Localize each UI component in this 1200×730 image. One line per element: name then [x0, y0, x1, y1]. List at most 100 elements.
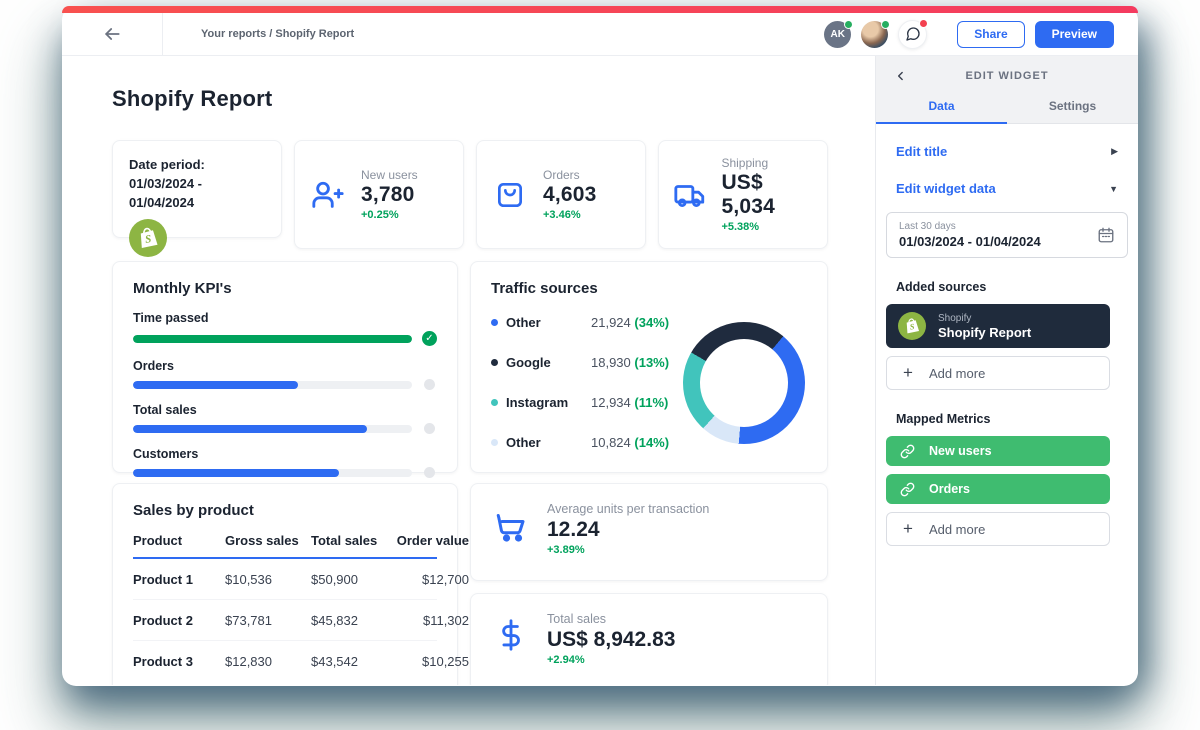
back-button[interactable]	[62, 13, 163, 55]
avatar-initials-label: AK	[831, 29, 845, 40]
traffic-legend: Other 21,924 (34%) Google 18,930 (13%) I…	[491, 315, 677, 450]
legend-item: Other 21,924 (34%)	[491, 315, 677, 330]
date-period-card[interactable]: Date period: 01/03/2024 - 01/04/2024 S	[112, 140, 282, 238]
chevron-right-icon: ▶	[1111, 146, 1118, 157]
shopify-logo-icon: S	[129, 219, 265, 257]
table-cell: $12,700	[387, 572, 469, 587]
shopping-cart-icon	[491, 502, 531, 544]
legend-item: Google 18,930 (13%)	[491, 355, 677, 370]
preview-button[interactable]: Preview	[1035, 21, 1114, 48]
stat-value: 4,603	[543, 183, 597, 207]
source-item-shopify[interactable]: S Shopify Shopify Report	[886, 304, 1110, 348]
add-metric-button[interactable]: + Add more	[886, 512, 1110, 546]
table-cell: $50,900	[311, 572, 387, 587]
legend-dot	[491, 439, 498, 446]
table-cell: Product 2	[133, 613, 225, 628]
total-sales-card[interactable]: Total sales US$ 8,942.83 +2.94%	[470, 593, 828, 685]
legend-item: Other 10,824 (14%)	[491, 435, 677, 450]
panel-title: EDIT WIDGET	[908, 70, 1106, 82]
kpi-progress-fill	[133, 381, 298, 389]
shopify-logo-icon: S	[898, 312, 926, 340]
stat-delta: +5.38%	[721, 221, 813, 233]
legend-percent: (14%)	[634, 435, 669, 450]
table-cell: $12,830	[225, 654, 311, 669]
traffic-sources-card[interactable]: Traffic sources Other 21,924 (34%) Googl…	[470, 261, 828, 473]
avg-units-card[interactable]: Average units per transaction 12.24 +3.8…	[470, 483, 828, 581]
traffic-sources-title: Traffic sources	[491, 280, 807, 297]
legend-percent: (13%)	[634, 355, 669, 370]
avatar-photo[interactable]	[861, 21, 888, 48]
table-row: Product 3 $12,830 $43,542 $10,255	[133, 641, 437, 682]
sales-table: Product Gross sales Total sales Order va…	[133, 533, 437, 682]
arrow-left-icon	[102, 24, 122, 44]
kpi-progress-track	[133, 381, 412, 389]
dollar-sign-icon	[491, 612, 531, 652]
monthly-kpis-card[interactable]: Monthly KPI's Time passed ✓ Orders	[112, 261, 458, 473]
table-cell: $43,542	[311, 654, 387, 669]
kpi-progress-fill	[133, 469, 339, 477]
add-more-label: Add more	[929, 522, 985, 537]
edit-widget-data-link: Edit widget data	[896, 181, 996, 196]
check-circle-icon: ✓	[422, 331, 437, 346]
column-header: Gross sales	[225, 533, 311, 548]
tab-data[interactable]: Data	[876, 99, 1007, 125]
avatar-initials[interactable]: AK	[824, 21, 851, 48]
source-report-name: Shopify Report	[938, 325, 1031, 340]
kpi-bar-label: Customers	[133, 447, 437, 461]
tab-settings[interactable]: Settings	[1007, 99, 1138, 125]
stat-value: 3,780	[361, 183, 418, 207]
kpi-bar-label: Total sales	[133, 403, 437, 417]
mapped-metric-orders[interactable]: Orders	[886, 474, 1110, 504]
shopping-bag-icon	[491, 179, 529, 211]
legend-dot	[491, 359, 498, 366]
kpi-progress-track	[133, 469, 412, 477]
sales-by-product-card[interactable]: Sales by product Product Gross sales Tot…	[112, 483, 458, 685]
share-button[interactable]: Share	[957, 21, 1024, 48]
pending-dot-icon	[424, 379, 435, 390]
table-row: Product 2 $73,781 $45,832 $11,302	[133, 600, 437, 641]
chat-button[interactable]	[898, 20, 927, 49]
kpi-progress-track	[133, 425, 412, 433]
legend-percent: (34%)	[634, 315, 669, 330]
kpi-progress-fill	[133, 425, 367, 433]
kpi-bar-label: Orders	[133, 359, 437, 373]
report-canvas: Shopify Report Date period: 01/03/2024 -…	[62, 56, 875, 685]
notification-dot	[919, 19, 928, 28]
window-top-accent-bar	[62, 6, 1138, 13]
chat-bubble-icon	[905, 26, 921, 42]
date-period-range: 01/03/2024 - 01/04/2024	[129, 176, 202, 210]
table-cell: Product 1	[133, 572, 225, 587]
kpi-progress-row: Time passed ✓	[133, 311, 437, 346]
kpi-progress-track	[133, 335, 412, 343]
app-window: Your reports / Shopify Report AK Share P…	[62, 6, 1138, 686]
sales-by-product-title: Sales by product	[133, 502, 437, 519]
breadcrumb[interactable]: Your reports / Shopify Report	[201, 28, 354, 40]
truck-icon	[673, 178, 707, 212]
legend-value: 12,934	[591, 395, 631, 410]
edit-title-row[interactable]: Edit title ▶	[886, 144, 1128, 159]
add-source-button[interactable]: + Add more	[886, 356, 1110, 390]
shipping-card[interactable]: Shipping US$ 5,034 +5.38%	[658, 140, 828, 249]
date-range-field[interactable]: Last 30 days 01/03/2024 - 01/04/2024	[886, 212, 1128, 258]
mapped-metric-label: Orders	[929, 482, 970, 496]
pending-dot-icon	[424, 467, 435, 478]
table-cell: $11,302	[387, 613, 469, 628]
top-bar: Your reports / Shopify Report AK Share P…	[62, 13, 1138, 56]
total-sales-label: Total sales	[547, 612, 675, 626]
legend-value: 10,824	[591, 435, 631, 450]
stat-label: Shipping	[721, 156, 813, 170]
mapped-metric-label: New users	[929, 444, 992, 458]
table-cell: $45,832	[311, 613, 387, 628]
avg-units-delta: +3.89%	[547, 544, 709, 556]
new-users-card[interactable]: New users 3,780 +0.25%	[294, 140, 464, 249]
orders-card[interactable]: Orders 4,603 +3.46%	[476, 140, 646, 249]
avg-units-label: Average units per transaction	[547, 502, 709, 516]
table-header-row: Product Gross sales Total sales Order va…	[133, 533, 437, 559]
chevron-left-icon[interactable]	[894, 69, 908, 83]
stat-delta: +0.25%	[361, 209, 418, 221]
edit-widget-data-row[interactable]: Edit widget data ▼	[886, 181, 1128, 196]
table-cell: $10,255	[387, 654, 469, 669]
mapped-metric-new-users[interactable]: New users	[886, 436, 1110, 466]
date-range-value: 01/03/2024 - 01/04/2024	[899, 234, 1097, 249]
added-sources-label: Added sources	[896, 280, 1118, 294]
